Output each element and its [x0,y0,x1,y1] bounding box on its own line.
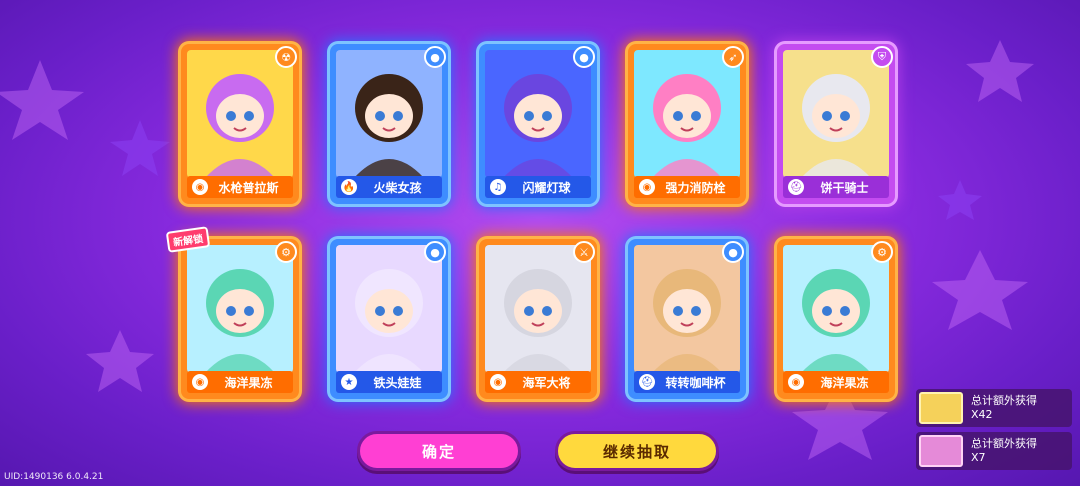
radiation-icon: ☢ [275,46,297,68]
reward-label: 总计额外获得 [971,394,1037,407]
character-name: 海军大将 [522,375,571,390]
character-name: 转转咖啡杯 [665,375,726,390]
reward-count: X7 [971,451,986,464]
bomb-icon: ● [722,241,744,263]
character-name: 水枪普拉斯 [218,180,279,195]
character-card[interactable]: ⚔ ◉ 海军大将 [479,239,597,399]
character-name: 饼干骑士 [820,180,869,195]
character-portrait [783,245,889,373]
ring-icon: ◉ [490,374,506,390]
character-portrait [634,50,740,178]
music-note-icon: ♫ [490,179,506,195]
character-portrait [336,50,442,178]
character-card[interactable]: ⛨ ⛑ 饼干骑士 [777,44,895,204]
bomb-icon: ● [424,46,446,68]
bow-icon: ➶ [722,46,744,68]
ring-icon: ◉ [788,374,804,390]
reward-count: X42 [971,408,993,421]
character-portrait [485,245,591,373]
character-card[interactable]: ● ★ 铁头娃娃 [330,239,448,399]
character-card[interactable]: ⚙ ◉ 海洋果冻 新解锁 [165,226,299,399]
character-name: 强力消防栓 [665,180,726,195]
helmet-icon: ⛑ [639,374,655,390]
character-portrait [187,245,293,373]
ring-icon: ◉ [639,179,655,195]
character-name: 海洋果冻 [820,375,869,390]
card-name-bar: ♫ 闪耀灯球 [485,176,591,198]
shield-icon: ⛨ [871,46,893,68]
flame-icon: 🔥 [341,179,357,195]
sword-icon: ⚔ [573,241,595,263]
pink-ticket-icon [919,435,963,467]
card-name-bar: ◉ 海洋果冻 [187,371,293,393]
bomb-icon: ● [424,241,446,263]
character-name: 闪耀灯球 [522,180,571,195]
card-name-bar: ◉ 水枪普拉斯 [187,176,293,198]
character-portrait [187,50,293,178]
card-name-bar: ◉ 海洋果冻 [783,371,889,393]
reward-summary-pink: 总计额外获得 X7 [916,432,1072,470]
character-card[interactable]: ⚙ ◉ 海洋果冻 [777,239,895,399]
character-portrait [336,245,442,373]
character-card[interactable]: ➶ ◉ 强力消防栓 [628,44,746,204]
character-card[interactable]: ● 🔥 火柴女孩 [330,44,448,204]
character-card[interactable]: ● ⛑ 转转咖啡杯 [628,239,746,399]
character-name: 海洋果冻 [224,375,273,390]
reward-label: 总计额外获得 [971,437,1037,450]
star-icon: ★ [341,374,357,390]
character-name: 火柴女孩 [373,180,422,195]
card-name-bar: ◉ 强力消防栓 [634,176,740,198]
character-portrait [783,50,889,178]
reward-summary-gold: 总计额外获得 X42 [916,389,1072,427]
gold-ticket-icon [919,392,963,424]
ring-icon: ◉ [192,374,208,390]
confirm-button[interactable]: 确定 [357,431,521,471]
uid-label: UID:1490136 6.0.4.21 [4,472,104,482]
card-name-bar: ★ 铁头娃娃 [336,371,442,393]
card-name-bar: ⛑ 转转咖啡杯 [634,371,740,393]
card-name-bar: ◉ 海军大将 [485,371,591,393]
continue-draw-button[interactable]: 继续抽取 [555,431,719,471]
card-name-bar: 🔥 火柴女孩 [336,176,442,198]
bomb-icon: ● [573,46,595,68]
gear-icon: ⚙ [275,241,297,263]
character-card[interactable]: ☢ ◉ 水枪普拉斯 [181,44,299,204]
gear-icon: ⚙ [871,241,893,263]
character-card[interactable]: ● ♫ 闪耀灯球 [479,44,597,204]
character-name: 铁头娃娃 [373,375,422,390]
character-portrait [634,245,740,373]
character-portrait [485,50,591,178]
helmet-icon: ⛑ [788,179,804,195]
ring-icon: ◉ [192,179,208,195]
card-name-bar: ⛑ 饼干骑士 [783,176,889,198]
